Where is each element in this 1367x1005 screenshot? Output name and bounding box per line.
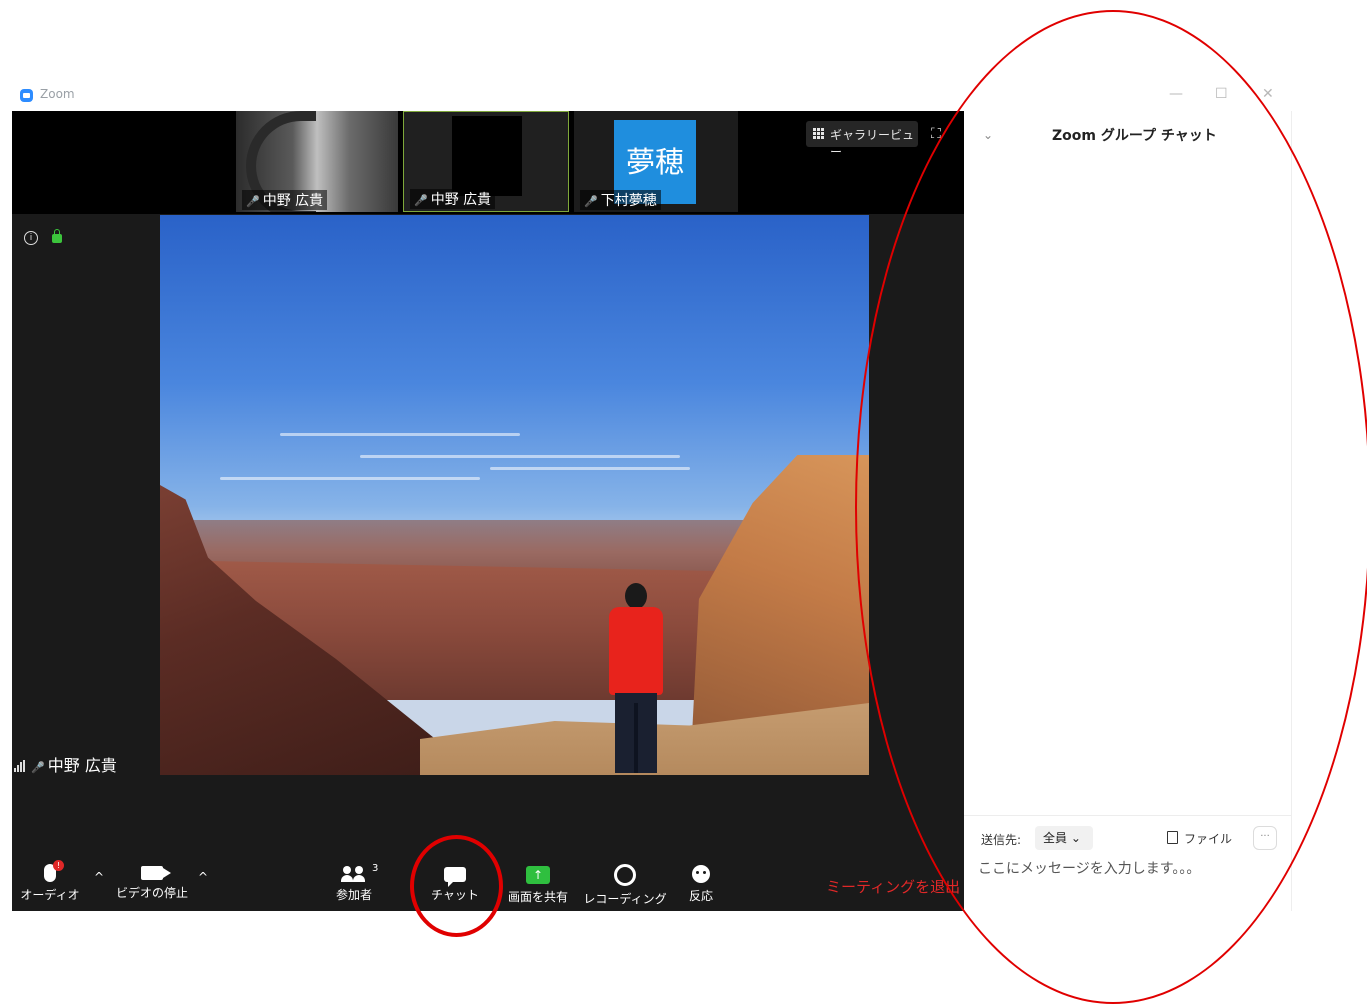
- grid-icon: [813, 128, 825, 140]
- close-button[interactable]: ✕: [1262, 86, 1274, 102]
- participant-thumbnail[interactable]: 🎤 中野 広貴: [236, 111, 398, 212]
- video-camera-icon: [141, 866, 171, 880]
- participant-name-label: 🎤 中野 広貴: [242, 190, 328, 210]
- zoom-logo-icon: [20, 89, 33, 102]
- record-icon: [614, 864, 636, 886]
- leave-meeting-button[interactable]: ミーティングを退出: [826, 876, 960, 897]
- participant-name-label: 🎤 中野 広貴: [410, 189, 496, 209]
- participant-count: 3: [372, 863, 379, 874]
- signal-strength-icon: [14, 760, 26, 772]
- audio-button[interactable]: オーディオ: [20, 864, 80, 903]
- info-icon[interactable]: i: [24, 231, 38, 245]
- mic-muted-icon: 🎤: [246, 195, 260, 208]
- stop-video-button[interactable]: ビデオの停止: [112, 866, 192, 901]
- main-speaker-name: 🎤 中野 広貴: [14, 752, 117, 776]
- record-button[interactable]: レコーディング: [583, 864, 667, 907]
- gallery-view-button[interactable]: ギャラリービュー: [806, 121, 918, 159]
- mic-muted-icon: 🎤: [414, 194, 428, 207]
- lock-icon[interactable]: [52, 229, 62, 243]
- mic-muted-icon: 🎤: [584, 195, 598, 208]
- main-video: [160, 215, 869, 775]
- participants-icon: [341, 866, 367, 882]
- share-screen-button[interactable]: ↑ 画面を共有: [503, 866, 573, 905]
- annotation-ellipse: [855, 10, 1367, 1004]
- participant-thumbnail[interactable]: 🎤 中野 広貴: [403, 111, 569, 212]
- share-screen-icon: ↑: [526, 866, 550, 884]
- person-figure: [603, 583, 667, 773]
- video-feed: [452, 116, 522, 196]
- audio-warning-badge: !: [53, 860, 64, 871]
- annotation-circle: [410, 835, 503, 937]
- smiley-icon: [692, 865, 710, 883]
- audio-options-caret[interactable]: ^: [94, 870, 104, 884]
- participant-name-label: 🎤 下村夢穂: [580, 190, 661, 210]
- window-title: Zoom: [40, 87, 75, 101]
- reactions-button[interactable]: 反応: [681, 865, 721, 904]
- participant-thumbnail[interactable]: 夢穂 🎤 下村夢穂: [574, 111, 738, 212]
- video-options-caret[interactable]: ^: [198, 870, 208, 884]
- mic-muted-icon: 🎤: [31, 761, 45, 774]
